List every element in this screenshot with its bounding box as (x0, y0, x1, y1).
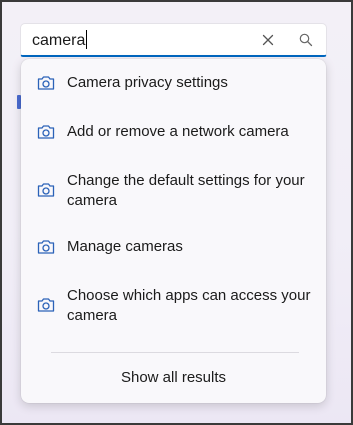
camera-icon (37, 125, 55, 139)
search-input[interactable]: camera (32, 30, 88, 51)
show-all-results-button[interactable]: Show all results (21, 368, 326, 388)
search-button[interactable] (298, 32, 314, 48)
search-input-text: camera (32, 32, 86, 49)
camera-icon (37, 240, 55, 254)
close-icon (262, 34, 274, 46)
result-label: Change the default settings for your cam… (67, 172, 305, 209)
result-label: Choose which apps can access your camera (67, 287, 311, 324)
search-results-flyout: Camera privacy settings Add or remove a … (21, 59, 326, 403)
result-label: Camera privacy settings (67, 74, 228, 91)
result-item[interactable]: Add or remove a network camera (21, 120, 326, 144)
result-label: Manage cameras (67, 238, 183, 255)
search-icon (299, 33, 313, 47)
camera-icon (37, 76, 55, 90)
result-item[interactable]: Choose which apps can access your camera (21, 284, 326, 328)
text-caret (86, 30, 88, 49)
result-item[interactable]: Manage cameras (21, 235, 326, 259)
result-item[interactable]: Change the default settings for your cam… (21, 169, 326, 213)
camera-icon (37, 183, 55, 197)
search-box[interactable]: camera (20, 23, 327, 57)
result-label: Add or remove a network camera (67, 123, 289, 140)
clear-search-button[interactable] (260, 32, 276, 48)
result-item[interactable]: Camera privacy settings (21, 71, 326, 95)
camera-icon (37, 298, 55, 312)
divider (51, 352, 299, 353)
